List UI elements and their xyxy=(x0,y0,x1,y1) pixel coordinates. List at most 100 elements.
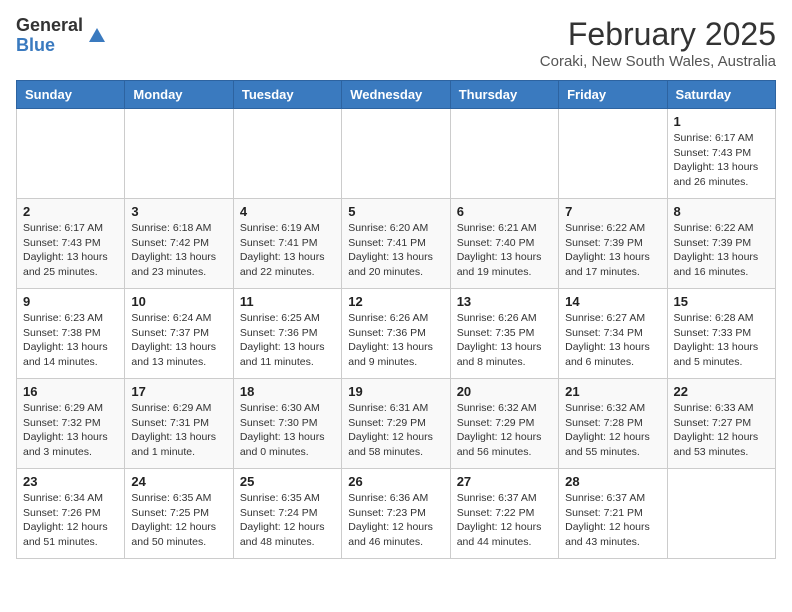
calendar-cell: 9 Sunrise: 6:23 AM Sunset: 7:38 PM Daylig… xyxy=(17,289,125,379)
day-info: Sunrise: 6:19 AM Sunset: 7:41 PM Dayligh… xyxy=(240,221,335,280)
day-info: Sunrise: 6:24 AM Sunset: 7:37 PM Dayligh… xyxy=(131,311,226,370)
day-number: 21 xyxy=(565,384,660,399)
day-number: 12 xyxy=(348,294,443,309)
calendar-cell: 14 Sunrise: 6:27 AM Sunset: 7:34 PM Dayli… xyxy=(559,289,667,379)
day-number: 13 xyxy=(457,294,552,309)
calendar-cell: 7 Sunrise: 6:22 AM Sunset: 7:39 PM Daylig… xyxy=(559,199,667,289)
day-info: Sunrise: 6:17 AM Sunset: 7:43 PM Dayligh… xyxy=(674,131,769,190)
weekday-header-monday: Monday xyxy=(125,81,233,109)
day-number: 22 xyxy=(674,384,769,399)
day-info: Sunrise: 6:26 AM Sunset: 7:35 PM Dayligh… xyxy=(457,311,552,370)
day-number: 23 xyxy=(23,474,118,489)
calendar-cell xyxy=(342,109,450,199)
day-number: 20 xyxy=(457,384,552,399)
calendar-cell: 17Sunrise: 6:29 AM Sunset: 7:31 PM Dayli… xyxy=(125,379,233,469)
day-info: Sunrise: 6:31 AM Sunset: 7:29 PM Dayligh… xyxy=(348,401,443,460)
day-number: 11 xyxy=(240,294,335,309)
day-info: Sunrise: 6:23 AM Sunset: 7:38 PM Dayligh… xyxy=(23,311,118,370)
day-number: 15 xyxy=(674,294,769,309)
header: General Blue February 2025 Coraki, New S… xyxy=(16,16,776,70)
day-number: 5 xyxy=(348,204,443,219)
calendar-cell: 22 Sunrise: 6:33 AM Sunset: 7:27 PM Dayli… xyxy=(667,379,775,469)
day-info: Sunrise: 6:37 AM Sunset: 7:21 PM Dayligh… xyxy=(565,491,660,550)
calendar-body: 1 Sunrise: 6:17 AM Sunset: 7:43 PM Daylig… xyxy=(17,109,776,559)
calendar-cell xyxy=(233,109,341,199)
day-info: Sunrise: 6:25 AM Sunset: 7:36 PM Dayligh… xyxy=(240,311,335,370)
week-row-4: 16 Sunrise: 6:29 AM Sunset: 7:32 PM Dayli… xyxy=(17,379,776,469)
calendar-cell: 11 Sunrise: 6:25 AM Sunset: 7:36 PM Dayli… xyxy=(233,289,341,379)
day-info: Sunrise: 6:36 AM Sunset: 7:23 PM Dayligh… xyxy=(348,491,443,550)
day-info: Sunrise: 6:33 AM Sunset: 7:27 PM Dayligh… xyxy=(674,401,769,460)
calendar-cell: 13 Sunrise: 6:26 AM Sunset: 7:35 PM Dayli… xyxy=(450,289,558,379)
day-number: 6 xyxy=(457,204,552,219)
day-number: 18 xyxy=(240,384,335,399)
logo-text: General Blue xyxy=(16,16,83,56)
calendar-cell xyxy=(667,469,775,559)
calendar-cell: 24Sunrise: 6:35 AM Sunset: 7:25 PM Dayli… xyxy=(125,469,233,559)
weekday-header-tuesday: Tuesday xyxy=(233,81,341,109)
weekday-header-thursday: Thursday xyxy=(450,81,558,109)
day-info: Sunrise: 6:20 AM Sunset: 7:41 PM Dayligh… xyxy=(348,221,443,280)
calendar-cell: 6 Sunrise: 6:21 AM Sunset: 7:40 PM Daylig… xyxy=(450,199,558,289)
day-number: 3 xyxy=(131,204,226,219)
calendar-cell: 16 Sunrise: 6:29 AM Sunset: 7:32 PM Dayli… xyxy=(17,379,125,469)
calendar-cell: 18 Sunrise: 6:30 AM Sunset: 7:30 PM Dayli… xyxy=(233,379,341,469)
calendar-cell: 19 Sunrise: 6:31 AM Sunset: 7:29 PM Dayli… xyxy=(342,379,450,469)
calendar-cell: 10 Sunrise: 6:24 AM Sunset: 7:37 PM Dayli… xyxy=(125,289,233,379)
weekday-header-sunday: Sunday xyxy=(17,81,125,109)
day-number: 25 xyxy=(240,474,335,489)
calendar-cell: 20 Sunrise: 6:32 AM Sunset: 7:29 PM Dayli… xyxy=(450,379,558,469)
calendar-cell: 1 Sunrise: 6:17 AM Sunset: 7:43 PM Daylig… xyxy=(667,109,775,199)
day-info: Sunrise: 6:18 AM Sunset: 7:42 PM Dayligh… xyxy=(131,221,226,280)
day-info: Sunrise: 6:26 AM Sunset: 7:36 PM Dayligh… xyxy=(348,311,443,370)
day-number: 19 xyxy=(348,384,443,399)
week-row-2: 2 Sunrise: 6:17 AM Sunset: 7:43 PM Daylig… xyxy=(17,199,776,289)
day-info: Sunrise: 6:35 AM Sunset: 7:24 PM Dayligh… xyxy=(240,491,335,550)
day-info: Sunrise: 6:17 AM Sunset: 7:43 PM Dayligh… xyxy=(23,221,118,280)
day-info: Sunrise: 6:29 AM Sunset: 7:32 PM Dayligh… xyxy=(23,401,118,460)
calendar-cell xyxy=(559,109,667,199)
calendar-cell: 21Sunrise: 6:32 AM Sunset: 7:28 PM Dayli… xyxy=(559,379,667,469)
title-area: February 2025 Coraki, New South Wales, A… xyxy=(540,16,776,70)
day-info: Sunrise: 6:21 AM Sunset: 7:40 PM Dayligh… xyxy=(457,221,552,280)
weekday-header-friday: Friday xyxy=(559,81,667,109)
day-info: Sunrise: 6:35 AM Sunset: 7:25 PM Dayligh… xyxy=(131,491,226,550)
day-number: 7 xyxy=(565,204,660,219)
calendar-cell: 4Sunrise: 6:19 AM Sunset: 7:41 PM Daylig… xyxy=(233,199,341,289)
day-info: Sunrise: 6:34 AM Sunset: 7:26 PM Dayligh… xyxy=(23,491,118,550)
day-info: Sunrise: 6:22 AM Sunset: 7:39 PM Dayligh… xyxy=(565,221,660,280)
day-number: 14 xyxy=(565,294,660,309)
day-info: Sunrise: 6:29 AM Sunset: 7:31 PM Dayligh… xyxy=(131,401,226,460)
day-info: Sunrise: 6:32 AM Sunset: 7:29 PM Dayligh… xyxy=(457,401,552,460)
day-number: 10 xyxy=(131,294,226,309)
calendar-cell: 15Sunrise: 6:28 AM Sunset: 7:33 PM Dayli… xyxy=(667,289,775,379)
logo-line2: Blue xyxy=(16,36,83,56)
week-row-3: 9 Sunrise: 6:23 AM Sunset: 7:38 PM Daylig… xyxy=(17,289,776,379)
day-info: Sunrise: 6:27 AM Sunset: 7:34 PM Dayligh… xyxy=(565,311,660,370)
calendar: SundayMondayTuesdayWednesdayThursdayFrid… xyxy=(16,80,776,559)
day-number: 2 xyxy=(23,204,118,219)
week-row-5: 23 Sunrise: 6:34 AM Sunset: 7:26 PM Dayli… xyxy=(17,469,776,559)
weekday-header-saturday: Saturday xyxy=(667,81,775,109)
calendar-cell: 28 Sunrise: 6:37 AM Sunset: 7:21 PM Dayli… xyxy=(559,469,667,559)
calendar-cell xyxy=(125,109,233,199)
calendar-cell: 26Sunrise: 6:36 AM Sunset: 7:23 PM Dayli… xyxy=(342,469,450,559)
day-number: 1 xyxy=(674,114,769,129)
day-number: 16 xyxy=(23,384,118,399)
calendar-cell: 27Sunrise: 6:37 AM Sunset: 7:22 PM Dayli… xyxy=(450,469,558,559)
location: Coraki, New South Wales, Australia xyxy=(540,53,776,70)
logo: General Blue xyxy=(16,16,109,56)
logo-icon xyxy=(85,24,109,48)
calendar-cell: 23 Sunrise: 6:34 AM Sunset: 7:26 PM Dayli… xyxy=(17,469,125,559)
day-number: 28 xyxy=(565,474,660,489)
week-row-1: 1 Sunrise: 6:17 AM Sunset: 7:43 PM Daylig… xyxy=(17,109,776,199)
logo-line1: General xyxy=(16,16,83,36)
calendar-cell: 3 Sunrise: 6:18 AM Sunset: 7:42 PM Daylig… xyxy=(125,199,233,289)
calendar-cell: 2 Sunrise: 6:17 AM Sunset: 7:43 PM Daylig… xyxy=(17,199,125,289)
calendar-cell xyxy=(17,109,125,199)
day-info: Sunrise: 6:30 AM Sunset: 7:30 PM Dayligh… xyxy=(240,401,335,460)
day-info: Sunrise: 6:22 AM Sunset: 7:39 PM Dayligh… xyxy=(674,221,769,280)
day-number: 9 xyxy=(23,294,118,309)
weekday-header-wednesday: Wednesday xyxy=(342,81,450,109)
calendar-cell: 25 Sunrise: 6:35 AM Sunset: 7:24 PM Dayli… xyxy=(233,469,341,559)
